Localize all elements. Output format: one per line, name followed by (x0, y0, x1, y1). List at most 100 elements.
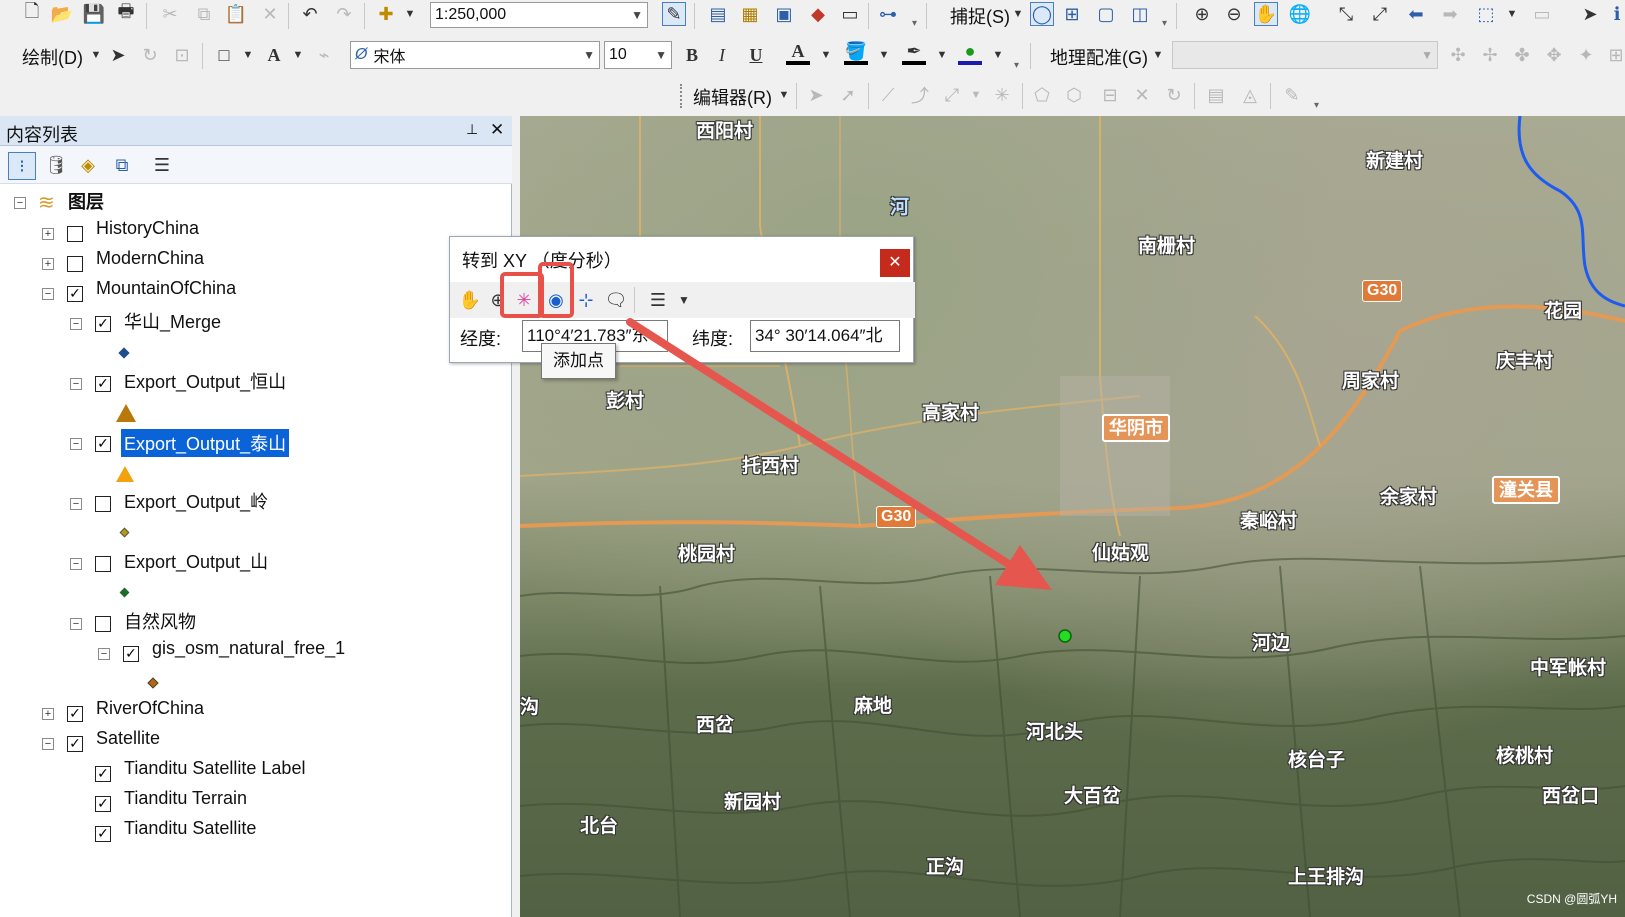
chevron-down-icon[interactable]: ▼ (1146, 43, 1170, 67)
collapse-toggle[interactable]: − (42, 288, 54, 300)
layer-label[interactable]: Export_Output_岭 (124, 488, 268, 514)
expand-toggle[interactable]: + (42, 258, 54, 270)
diamond-symbol-icon[interactable] (118, 347, 130, 359)
font-color-icon[interactable]: A (786, 41, 810, 65)
layer-checkbox[interactable] (67, 226, 83, 242)
chevron-down-icon[interactable]: ▼ (1006, 2, 1030, 26)
editor-menu[interactable]: 编辑器(R) (693, 84, 772, 110)
italic-button[interactable]: I (710, 43, 734, 67)
end-point-arc-icon[interactable]: ⤴ (908, 83, 932, 107)
create-features-icon[interactable]: ✎ (1280, 83, 1304, 107)
snapping-menu[interactable]: 捕捉(S) (950, 3, 1010, 29)
layer-label[interactable]: gis_osm_natural_free_1 (152, 638, 345, 659)
layer-label[interactable]: Export_Output_恒山 (124, 368, 286, 394)
font-size-combo[interactable]: 10 ▼ (604, 41, 672, 69)
catalog-icon[interactable]: ▦ (738, 2, 762, 26)
chevron-down-icon[interactable]: ▼ (236, 43, 260, 67)
layer-checkbox[interactable]: ✓ (95, 796, 111, 812)
diamond-symbol-icon[interactable] (119, 527, 130, 538)
list-by-drawing-order-icon[interactable]: ⁝ (8, 152, 36, 180)
rotate-raster-icon[interactable]: ✥ (1542, 43, 1566, 67)
split-icon[interactable]: ✕ (1130, 83, 1154, 107)
edit-tool-icon[interactable]: ➤ (804, 83, 828, 107)
layer-checkbox[interactable] (95, 556, 111, 572)
bold-button[interactable]: B (680, 43, 704, 67)
select-arrow-icon[interactable]: ➤ (106, 43, 130, 67)
chevron-down-icon[interactable]: ▼ (772, 83, 796, 107)
paste-icon[interactable]: 📋 (224, 2, 248, 26)
georef-layer-combo[interactable]: ▼ (1172, 41, 1438, 69)
pin-icon[interactable]: ⊥ (466, 121, 478, 138)
collapse-toggle[interactable]: − (70, 618, 82, 630)
trace-icon[interactable]: ⤢ (940, 83, 964, 107)
add-labeled-point-icon[interactable]: ⊹ (574, 288, 598, 312)
toolbar-grip-icon[interactable]: ▾ (1162, 18, 1170, 29)
layer-label[interactable]: HistoryChina (96, 218, 199, 239)
open-folder-icon[interactable]: 📂 (50, 2, 74, 26)
reshape-icon[interactable]: ⬡ (1062, 83, 1086, 107)
control-point-icon[interactable]: ✢ (1478, 43, 1502, 67)
edit-annotation-icon[interactable]: ➚ (836, 83, 860, 107)
arctoolbox-icon[interactable]: ◆ (806, 2, 830, 26)
layer-label-selected[interactable]: Export_Output_泰山 (121, 429, 290, 457)
chevron-down-icon[interactable]: ▼ (286, 43, 310, 67)
chevron-down-icon[interactable]: ▼ (672, 288, 696, 312)
chevron-down-icon[interactable]: ▼ (84, 43, 108, 67)
vertex-snapping-icon[interactable]: ▢ (1094, 2, 1118, 26)
layer-checkbox[interactable]: ✓ (95, 436, 111, 452)
select-features-icon[interactable]: ⬚ (1474, 2, 1498, 26)
sketch-properties-icon[interactable]: ◬ (1238, 83, 1262, 107)
layer-group-label[interactable]: 自然风物 (124, 608, 196, 634)
layer-label[interactable]: 华山_Merge (124, 308, 221, 334)
shift-raster-icon[interactable]: ✦ (1574, 43, 1598, 67)
layer-checkbox[interactable] (67, 256, 83, 272)
layer-label[interactable]: Tianditu Satellite (124, 818, 256, 839)
draw-menu[interactable]: 绘制(D) (22, 44, 83, 70)
full-extent-icon[interactable]: 🌐 (1288, 2, 1312, 26)
zoom-out-icon[interactable]: ⊖ (1222, 2, 1246, 26)
straight-segment-icon[interactable]: ⟋ (876, 83, 900, 107)
cut-polygons-icon[interactable]: ⊟ (1098, 83, 1122, 107)
layer-label[interactable]: MountainOfChina (96, 278, 236, 299)
layer-checkbox[interactable]: ✓ (95, 316, 111, 332)
diamond-symbol-icon[interactable] (147, 677, 159, 689)
chevron-down-icon[interactable]: ▼ (1500, 2, 1524, 26)
text-tool-icon[interactable]: A (262, 43, 286, 67)
zoom-to-selected-icon[interactable]: ⊡ (170, 43, 194, 67)
point-icon[interactable]: ✳ (990, 83, 1014, 107)
expand-toggle[interactable]: + (42, 228, 54, 240)
diamond-symbol-icon[interactable] (119, 587, 130, 598)
delete-icon[interactable]: ✕ (258, 2, 282, 26)
rectangle-icon[interactable]: □ (212, 43, 236, 67)
copy-icon[interactable]: ⧉ (192, 2, 216, 26)
clear-selection-icon[interactable]: ▭ (1530, 2, 1554, 26)
collapse-toggle[interactable]: − (14, 197, 26, 209)
layer-checkbox[interactable] (95, 496, 111, 512)
add-callout-icon[interactable]: 🗨 (604, 288, 628, 312)
forward-arrow-icon[interactable]: ➡ (1438, 2, 1462, 26)
layer-label[interactable]: Tianditu Terrain (124, 788, 247, 809)
add-data-icon[interactable]: ✚ (374, 2, 398, 26)
collapse-toggle[interactable]: − (70, 558, 82, 570)
attributes-icon[interactable]: ▤ (1204, 83, 1228, 107)
redo-icon[interactable]: ↷ (332, 2, 356, 26)
font-name-combo[interactable]: Ø 宋体 ▼ (350, 41, 600, 69)
zoom-in-icon[interactable]: ⊕ (1190, 2, 1214, 26)
layer-label[interactable]: ModernChina (96, 248, 204, 269)
chevron-down-icon[interactable]: ▼ (986, 43, 1010, 67)
list-by-selection-icon[interactable]: ⧉ (110, 153, 134, 177)
collapse-toggle[interactable]: − (42, 738, 54, 750)
toolbar-grip-icon[interactable]: ▾ (1014, 60, 1022, 71)
edit-vertices-icon[interactable]: ⌁ (312, 43, 336, 67)
scale-raster-icon[interactable]: ⊞ (1604, 43, 1625, 67)
collapse-toggle[interactable]: − (70, 378, 82, 390)
undo-icon[interactable]: ↶ (298, 2, 322, 26)
collapse-toggle[interactable]: − (70, 318, 82, 330)
list-by-source-icon[interactable]: 🛢 (44, 153, 68, 177)
layer-label[interactable]: RiverOfChina (96, 698, 204, 719)
toolbar-grip-icon[interactable]: ▾ (1314, 100, 1322, 111)
list-by-visibility-icon[interactable]: ◈ (76, 153, 100, 177)
layer-checkbox[interactable]: ✓ (123, 646, 139, 662)
menu-icon[interactable]: ☰ (646, 288, 670, 312)
options-icon[interactable]: ☰ (150, 153, 174, 177)
